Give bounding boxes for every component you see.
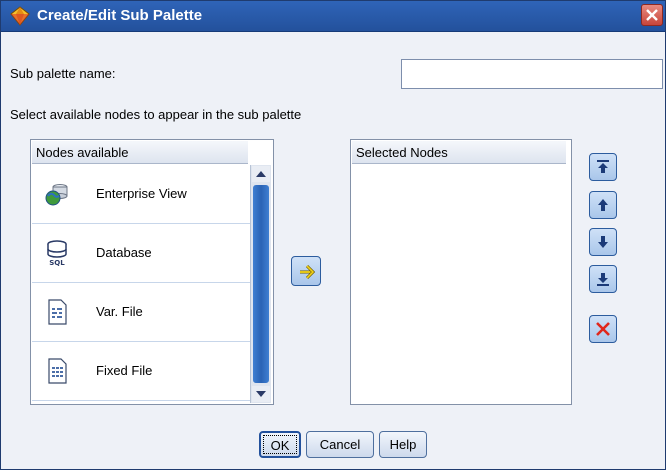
selected-nodes-header: Selected Nodes [352, 141, 566, 164]
sub-palette-name-label: Sub palette name: [10, 66, 116, 81]
list-item-database[interactable]: SQL Database [32, 224, 250, 283]
window-title: Create/Edit Sub Palette [37, 7, 203, 24]
nodes-available-list[interactable]: Nodes available Enterprise View SQL Data… [30, 139, 274, 405]
instruction-text: Select available nodes to appear in the … [10, 107, 302, 122]
database-sql-icon: SQL [47, 240, 67, 266]
title-bar[interactable]: Create/Edit Sub Palette [1, 1, 665, 32]
move-to-bottom-button[interactable] [589, 265, 617, 293]
scrollbar-thumb[interactable] [253, 185, 269, 383]
palette-diamond-icon [10, 6, 30, 26]
close-icon [646, 9, 658, 21]
delete-x-icon [596, 322, 610, 336]
enterprise-view-icon [45, 184, 68, 206]
nodes-available-header: Nodes available [32, 141, 248, 164]
scroll-down-button[interactable] [252, 386, 270, 402]
list-item-label: Enterprise View [96, 186, 187, 201]
close-button[interactable] [641, 4, 663, 26]
move-to-bottom-icon [597, 273, 609, 286]
move-to-top-button[interactable] [589, 153, 617, 181]
cancel-button[interactable]: Cancel [306, 431, 374, 458]
list-item-label: Fixed File [96, 363, 153, 378]
svg-text:SQL: SQL [49, 259, 65, 266]
triangle-up-icon [256, 171, 266, 177]
ok-button[interactable]: OK [259, 431, 301, 458]
move-down-button[interactable] [589, 228, 617, 256]
add-to-selected-button[interactable] [291, 256, 321, 286]
help-button[interactable]: Help [379, 431, 427, 458]
arrow-down-icon [598, 236, 608, 248]
list-item-var-file[interactable]: Var. File [32, 283, 250, 342]
arrow-right-icon [300, 264, 316, 280]
arrow-up-icon [598, 199, 608, 211]
var-file-icon [48, 299, 67, 325]
sub-palette-name-input[interactable] [401, 59, 663, 89]
triangle-down-icon [256, 391, 266, 397]
selected-nodes-list[interactable]: Selected Nodes [350, 139, 572, 405]
list-item-label: Database [96, 245, 152, 260]
fixed-file-icon [48, 358, 67, 384]
move-to-top-icon [597, 160, 609, 173]
vertical-scrollbar[interactable] [250, 165, 271, 403]
list-item-fixed-file[interactable]: Fixed File [32, 342, 250, 401]
move-up-button[interactable] [589, 191, 617, 219]
scroll-up-button[interactable] [252, 166, 270, 182]
list-item-enterprise-view[interactable]: Enterprise View [32, 165, 250, 224]
delete-button[interactable] [589, 315, 617, 343]
create-edit-sub-palette-dialog: Create/Edit Sub Palette Sub palette name… [0, 0, 666, 470]
list-item-label: Var. File [96, 304, 143, 319]
